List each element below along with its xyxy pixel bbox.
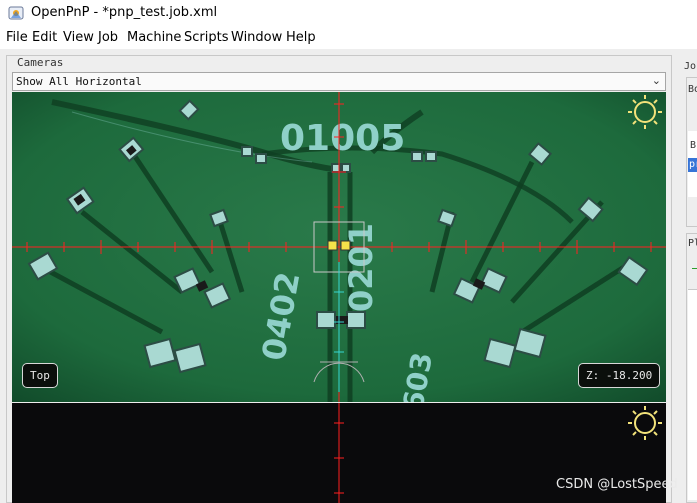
boards-table-row[interactable]: B — [690, 140, 696, 151]
z-position-readout: Z: -18.200 — [578, 363, 661, 388]
menu-edit[interactable]: Edit — [32, 30, 57, 45]
placements-toolbar-icon[interactable] — [692, 268, 697, 269]
pcb-label-0201: 0201 — [342, 223, 380, 312]
top-camera-view[interactable]: 01005 0201 0402 603 Top Z: -18.200 — [12, 92, 666, 402]
menu-machine[interactable]: Machine — [127, 30, 181, 45]
boards-table-row-label: pr — [689, 159, 697, 170]
chevron-down-icon[interactable]: ⌄ — [652, 74, 661, 87]
menu-file[interactable]: File — [6, 30, 28, 45]
watermark-text: CSDN @LostSpeed — [556, 477, 678, 492]
window-title: OpenPnP - *pnp_test.job.xml — [31, 5, 218, 20]
camera-name-label: Top — [22, 363, 58, 388]
title-bar: OpenPnP - *pnp_test.job.xml — [0, 0, 697, 27]
pcb-label-01005: 01005 — [280, 118, 405, 159]
menu-view[interactable]: View — [63, 30, 94, 45]
tab-job[interactable]: Jo — [684, 61, 696, 72]
menu-bar: File Edit View Job Machine Scripts Windo… — [0, 27, 697, 50]
menu-help[interactable]: Help — [286, 30, 316, 45]
boards-section-title: Bo — [688, 84, 697, 95]
camera-view-mode-value: Show All Horizontal — [16, 75, 142, 88]
placements-section-title: Pl — [688, 238, 697, 249]
openpnp-app-icon — [8, 6, 24, 20]
menu-window[interactable]: Window — [231, 30, 282, 45]
menu-job[interactable]: Job — [98, 30, 118, 45]
camera-view-mode-select[interactable]: Show All Horizontal ⌄ — [12, 72, 666, 91]
job-panel: Jo Bo B pr Pl — [672, 55, 697, 503]
menu-scripts[interactable]: Scripts — [184, 30, 228, 45]
placements-table[interactable] — [688, 289, 697, 500]
top-camera-image: 01005 0201 0402 603 — [12, 92, 666, 402]
cameras-section-title: Cameras — [15, 56, 66, 69]
